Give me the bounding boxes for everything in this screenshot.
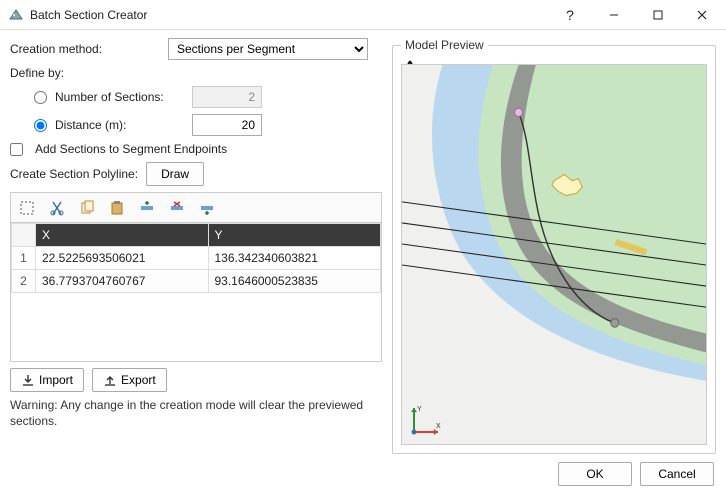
close-button[interactable]	[680, 0, 724, 30]
select-icon[interactable]	[17, 198, 37, 218]
warning-text: Warning: Any change in the creation mode…	[10, 398, 370, 429]
app-icon	[8, 7, 24, 23]
cancel-button[interactable]: Cancel	[640, 462, 714, 486]
ok-button[interactable]: OK	[558, 462, 632, 486]
model-preview-label: Model Preview	[401, 38, 488, 52]
num-sections-label: Number of Sections:	[55, 90, 164, 104]
cut-icon[interactable]	[47, 198, 67, 218]
creation-method-label: Creation method:	[10, 42, 102, 56]
create-polyline-label: Create Section Polyline:	[10, 167, 138, 181]
num-sections-radio[interactable]	[34, 91, 47, 104]
col-y[interactable]: Y	[208, 224, 381, 247]
export-button[interactable]: Export	[92, 368, 167, 392]
table-row[interactable]: 1 22.5225693506021 136.342340603821	[12, 247, 381, 270]
export-icon	[103, 373, 117, 387]
append-row-icon[interactable]	[197, 198, 217, 218]
dialog-footer: OK Cancel	[0, 454, 726, 494]
model-preview-canvas[interactable]: X Y	[401, 64, 707, 445]
distance-radio[interactable]	[34, 119, 47, 132]
import-button[interactable]: Import	[10, 368, 84, 392]
points-table[interactable]: X Y 1 22.5225693506021 136.342340603821 …	[10, 222, 382, 362]
cell-x[interactable]: 22.5225693506021	[36, 247, 209, 270]
add-endpoints-label: Add Sections to Segment Endpoints	[35, 142, 227, 156]
delete-row-icon[interactable]	[167, 198, 187, 218]
insert-row-icon[interactable]	[137, 198, 157, 218]
table-header-row: X Y	[12, 224, 381, 247]
draw-button[interactable]: Draw	[146, 162, 204, 186]
num-sections-input	[192, 86, 262, 108]
maximize-button[interactable]	[636, 0, 680, 30]
table-toolbar	[10, 192, 382, 222]
minimize-button[interactable]	[592, 0, 636, 30]
axis-gizmo: X Y	[408, 402, 444, 438]
cell-y[interactable]: 136.342340603821	[208, 247, 381, 270]
import-icon	[21, 373, 35, 387]
copy-icon[interactable]	[77, 198, 97, 218]
distance-input[interactable]	[192, 114, 262, 136]
help-button[interactable]: ?	[548, 0, 592, 30]
cell-y[interactable]: 93.1646000523835	[208, 270, 381, 293]
table-row[interactable]: 2 36.7793704760767 93.1646000523835	[12, 270, 381, 293]
distance-label: Distance (m):	[55, 118, 126, 132]
settings-panel: Creation method: Sections per Segment De…	[10, 38, 382, 454]
cell-x[interactable]: 36.7793704760767	[36, 270, 209, 293]
add-endpoints-checkbox[interactable]	[10, 143, 23, 156]
paste-icon[interactable]	[107, 198, 127, 218]
creation-method-select[interactable]: Sections per Segment	[168, 38, 368, 60]
svg-text:Y: Y	[417, 406, 422, 413]
model-preview-group: Model Preview	[392, 38, 716, 454]
window-title: Batch Section Creator	[30, 8, 548, 22]
svg-text:X: X	[436, 423, 441, 430]
col-x[interactable]: X	[36, 224, 209, 247]
titlebar: Batch Section Creator ?	[0, 0, 726, 30]
define-by-label: Define by:	[10, 66, 64, 80]
